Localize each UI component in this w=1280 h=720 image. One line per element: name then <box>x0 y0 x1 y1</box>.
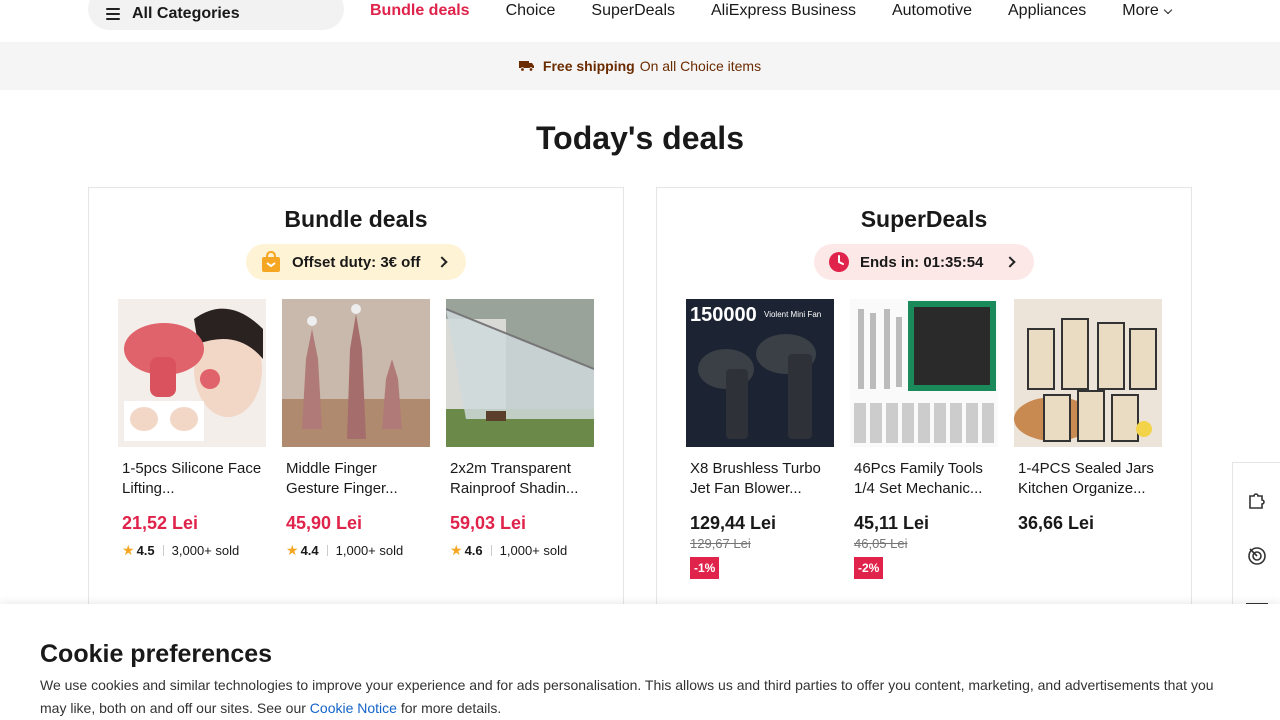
offset-duty-text: Offset duty: 3€ off <box>292 253 421 271</box>
bundle-products: 1-5pcs Silicone Face Lifting... 21,52 Le… <box>118 299 610 559</box>
original-price: 46,05 Lei <box>854 536 908 551</box>
cookie-banner: Cookie preferences We use cookies and si… <box>0 604 1280 720</box>
free-shipping-detail: On all Choice items <box>639 58 762 74</box>
bundle-deals-title[interactable]: Bundle deals <box>89 206 623 233</box>
chevron-right-icon <box>1004 256 1016 268</box>
divider <box>162 545 164 556</box>
superdeals-card: SuperDeals Ends in: 01:35:54 150000 Viol… <box>656 187 1192 607</box>
discount-badge: -1% <box>690 557 720 579</box>
clock-icon <box>829 252 849 272</box>
product-card[interactable]: 46Pcs Family Tools 1/4 Set Mechanic... 4… <box>850 299 998 579</box>
radar-icon[interactable] <box>1246 545 1268 567</box>
rating-score: 4.5 <box>136 543 155 558</box>
countdown-pill[interactable]: Ends in: 01:35:54 <box>814 244 1034 280</box>
star-icon: ★ <box>450 542 463 558</box>
nav-item-choice[interactable]: Choice <box>506 1 556 21</box>
storage-jars-product-image <box>1014 299 1162 447</box>
all-categories-label: All Categories <box>132 5 240 22</box>
top-navigation: All Categories Bundle deals Choice Super… <box>0 0 1280 42</box>
product-rating: ★ 4.6 1,000+ sold <box>446 542 594 559</box>
menu-icon <box>106 8 122 20</box>
face-lifting-product-image <box>118 299 266 447</box>
product-card[interactable]: 1-4PCS Sealed Jars Kitchen Organize... 3… <box>1014 299 1162 579</box>
jet-fan-product-image: 150000 Violent Mini Fan <box>686 299 834 447</box>
product-price: 45,11 Lei <box>854 513 930 533</box>
product-price: 59,03 Lei <box>450 513 527 533</box>
page-title: Today's deals <box>536 120 744 156</box>
cookie-title: Cookie preferences <box>40 640 273 668</box>
product-price: 129,44 Lei <box>690 513 777 533</box>
nav-item-appliances[interactable]: Appliances <box>1008 1 1086 21</box>
divider <box>326 545 328 556</box>
star-icon: ★ <box>286 542 299 558</box>
sold-count: 1,000+ sold <box>499 543 568 558</box>
sold-count: 1,000+ sold <box>335 543 404 558</box>
product-price: 45,90 Lei <box>286 513 363 533</box>
product-card[interactable]: 1-5pcs Silicone Face Lifting... 21,52 Le… <box>118 299 266 559</box>
nav-more-button[interactable]: More <box>1122 1 1172 21</box>
shade-sail-product-image <box>446 299 594 447</box>
discount-badge: -2% <box>854 557 884 579</box>
product-name[interactable]: Middle Finger Gesture Finger... <box>282 459 430 499</box>
product-name[interactable]: 1-4PCS Sealed Jars Kitchen Organize... <box>1014 459 1162 499</box>
superdeals-products: 150000 Violent Mini Fan X8 Brushless Tur… <box>686 299 1178 579</box>
cookie-text-end: for more details. <box>396 700 502 716</box>
tool-set-product-image <box>850 299 998 447</box>
product-card[interactable]: Middle Finger Gesture Finger... 45,90 Le… <box>282 299 430 559</box>
product-card[interactable]: 150000 Violent Mini Fan X8 Brushless Tur… <box>686 299 834 579</box>
divider <box>490 545 492 556</box>
product-rating: ★ 4.5 3,000+ sold <box>118 542 266 559</box>
product-name[interactable]: 2x2m Transparent Rainproof Shadin... <box>446 459 594 499</box>
offset-duty-pill[interactable]: Offset duty: 3€ off <box>246 244 466 280</box>
product-rating: ★ 4.4 1,000+ sold <box>282 542 430 559</box>
superdeals-title[interactable]: SuperDeals <box>657 206 1191 233</box>
sold-count: 3,000+ sold <box>171 543 240 558</box>
jet-fan-image-caption: Violent Mini Fan <box>764 310 821 319</box>
finger-candle-product-image <box>282 299 430 447</box>
product-image[interactable] <box>118 299 266 447</box>
product-price: 21,52 Lei <box>122 513 199 533</box>
product-image[interactable] <box>850 299 998 447</box>
shopping-bag-icon <box>262 251 280 272</box>
cookie-text: We use cookies and similar technologies … <box>40 677 1214 716</box>
chevron-right-icon <box>436 256 448 268</box>
jet-fan-image-number: 150000 <box>690 304 757 326</box>
category-nav: Bundle deals Choice SuperDeals AliExpres… <box>370 0 1207 22</box>
nav-item-aliexpress-business[interactable]: AliExpress Business <box>711 1 856 21</box>
product-image[interactable] <box>446 299 594 447</box>
cookie-notice-link[interactable]: Cookie Notice <box>310 700 397 716</box>
side-toolbar <box>1232 462 1280 612</box>
product-name[interactable]: X8 Brushless Turbo Jet Fan Blower... <box>686 459 834 499</box>
rating-score: 4.4 <box>300 543 319 558</box>
cookie-description: We use cookies and similar technologies … <box>40 674 1240 720</box>
all-categories-button[interactable]: All Categories <box>88 0 344 30</box>
nav-item-superdeals[interactable]: SuperDeals <box>591 1 675 21</box>
product-price: 36,66 Lei <box>1018 513 1095 533</box>
original-price: 129,67 Lei <box>690 536 751 551</box>
puzzle-icon[interactable] <box>1246 489 1268 511</box>
product-image[interactable] <box>1014 299 1162 447</box>
product-name[interactable]: 1-5pcs Silicone Face Lifting... <box>118 459 266 499</box>
nav-item-bundle-deals[interactable]: Bundle deals <box>370 1 470 21</box>
star-icon: ★ <box>122 542 135 558</box>
chevron-down-icon <box>1163 5 1172 14</box>
product-name[interactable]: 46Pcs Family Tools 1/4 Set Mechanic... <box>850 459 998 499</box>
rating-score: 4.6 <box>464 543 483 558</box>
free-shipping-label: Free shipping <box>542 58 635 74</box>
nav-item-automotive[interactable]: Automotive <box>892 1 972 21</box>
product-image[interactable] <box>282 299 430 447</box>
product-card[interactable]: 2x2m Transparent Rainproof Shadin... 59,… <box>446 299 594 559</box>
product-image[interactable]: 150000 Violent Mini Fan <box>686 299 834 447</box>
free-shipping-banner[interactable]: Free shipping On all Choice items <box>0 42 1280 90</box>
countdown-text: Ends in: 01:35:54 <box>860 253 984 271</box>
truck-icon <box>518 61 534 72</box>
bundle-deals-card: Bundle deals Offset duty: 3€ off 1-5pcs … <box>88 187 624 607</box>
nav-more-label: More <box>1122 2 1159 19</box>
